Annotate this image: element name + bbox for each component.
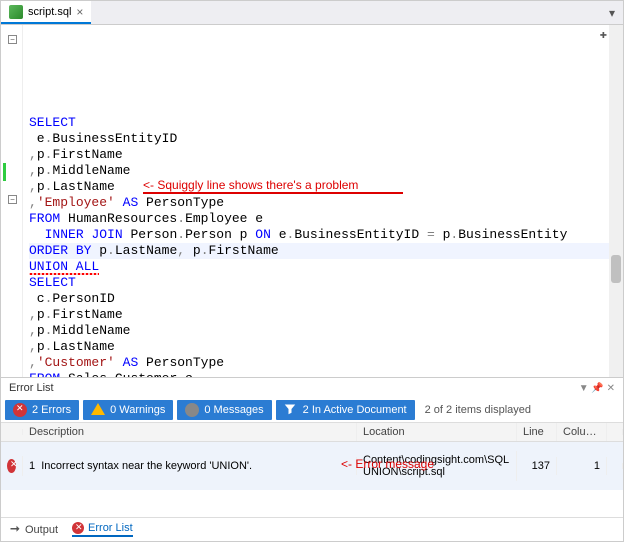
annotation-text: <- Squiggly line shows there's a problem xyxy=(143,177,358,193)
messages-filter[interactable]: 0 Messages xyxy=(177,400,271,420)
error-icon xyxy=(72,522,84,534)
filter-icon xyxy=(284,403,298,417)
code-editor[interactable]: − − ✚ <- Squiggly line shows there's a p… xyxy=(1,25,623,377)
panel-title: Error List xyxy=(9,382,54,394)
panel-controls: ▼ 📌 ✕ xyxy=(579,382,615,394)
warnings-filter[interactable]: 0 Warnings xyxy=(83,400,173,420)
errors-filter-label: 2 Errors xyxy=(32,404,71,416)
gutter: − − xyxy=(1,25,23,377)
error-list-tab[interactable]: Error List xyxy=(72,522,133,537)
sql-file-icon xyxy=(9,5,23,19)
output-tab[interactable]: Output xyxy=(9,522,58,537)
tab-overflow-dropdown[interactable]: ▾ xyxy=(601,1,623,24)
tab-bar: script.sql × ▾ xyxy=(1,1,623,25)
error-grid: Description Location Line Column 1 Incor… xyxy=(1,423,623,517)
filter-toolbar: 2 Errors 0 Warnings 0 Messages 2 In Acti… xyxy=(1,398,623,423)
col-description[interactable]: Description xyxy=(23,423,357,441)
file-tab[interactable]: script.sql × xyxy=(1,1,91,24)
grid-header: Description Location Line Column xyxy=(1,423,623,442)
scope-filter-label: 2 In Active Document xyxy=(303,404,407,416)
change-marker xyxy=(3,163,6,181)
error-row[interactable]: 1 Incorrect syntax near the keyword 'UNI… xyxy=(1,442,623,490)
file-tab-label: script.sql xyxy=(28,6,71,18)
split-icon[interactable]: ✚ xyxy=(600,27,607,43)
code-area[interactable]: ✚ <- Squiggly line shows there's a probl… xyxy=(23,25,623,377)
items-count: 2 of 2 items displayed xyxy=(419,404,531,416)
output-tab-label: Output xyxy=(25,524,58,536)
errors-filter[interactable]: 2 Errors xyxy=(5,400,79,420)
annotation-text: <- Error message xyxy=(341,457,434,471)
error-icon xyxy=(7,459,16,473)
row-index: 1 xyxy=(29,460,35,472)
row-line: 137 xyxy=(517,457,557,475)
vertical-scrollbar[interactable] xyxy=(609,25,623,377)
scope-filter[interactable]: 2 In Active Document xyxy=(276,400,415,420)
output-icon xyxy=(9,522,21,537)
col-location[interactable]: Location xyxy=(357,423,517,441)
close-icon[interactable]: × xyxy=(76,5,83,19)
fold-icon[interactable]: − xyxy=(8,195,17,204)
row-column: 1 xyxy=(557,457,607,475)
row-description: Incorrect syntax near the keyword 'UNION… xyxy=(41,460,252,472)
col-line[interactable]: Line xyxy=(517,423,557,441)
warnings-filter-label: 0 Warnings xyxy=(110,404,165,416)
messages-filter-label: 0 Messages xyxy=(204,404,263,416)
panel-title-bar: Error List ▼ 📌 ✕ xyxy=(1,378,623,398)
error-list-panel: Error List ▼ 📌 ✕ 2 Errors 0 Warnings 0 M… xyxy=(1,377,623,541)
pin-icon[interactable]: ▼ 📌 ✕ xyxy=(579,383,615,394)
fold-icon[interactable]: − xyxy=(8,35,17,44)
error-list-tab-label: Error List xyxy=(88,522,133,534)
error-icon xyxy=(13,403,27,417)
info-icon xyxy=(185,403,199,417)
warning-icon xyxy=(91,403,105,417)
col-column[interactable]: Column xyxy=(557,423,607,441)
bottom-tab-bar: Output Error List xyxy=(1,517,623,541)
